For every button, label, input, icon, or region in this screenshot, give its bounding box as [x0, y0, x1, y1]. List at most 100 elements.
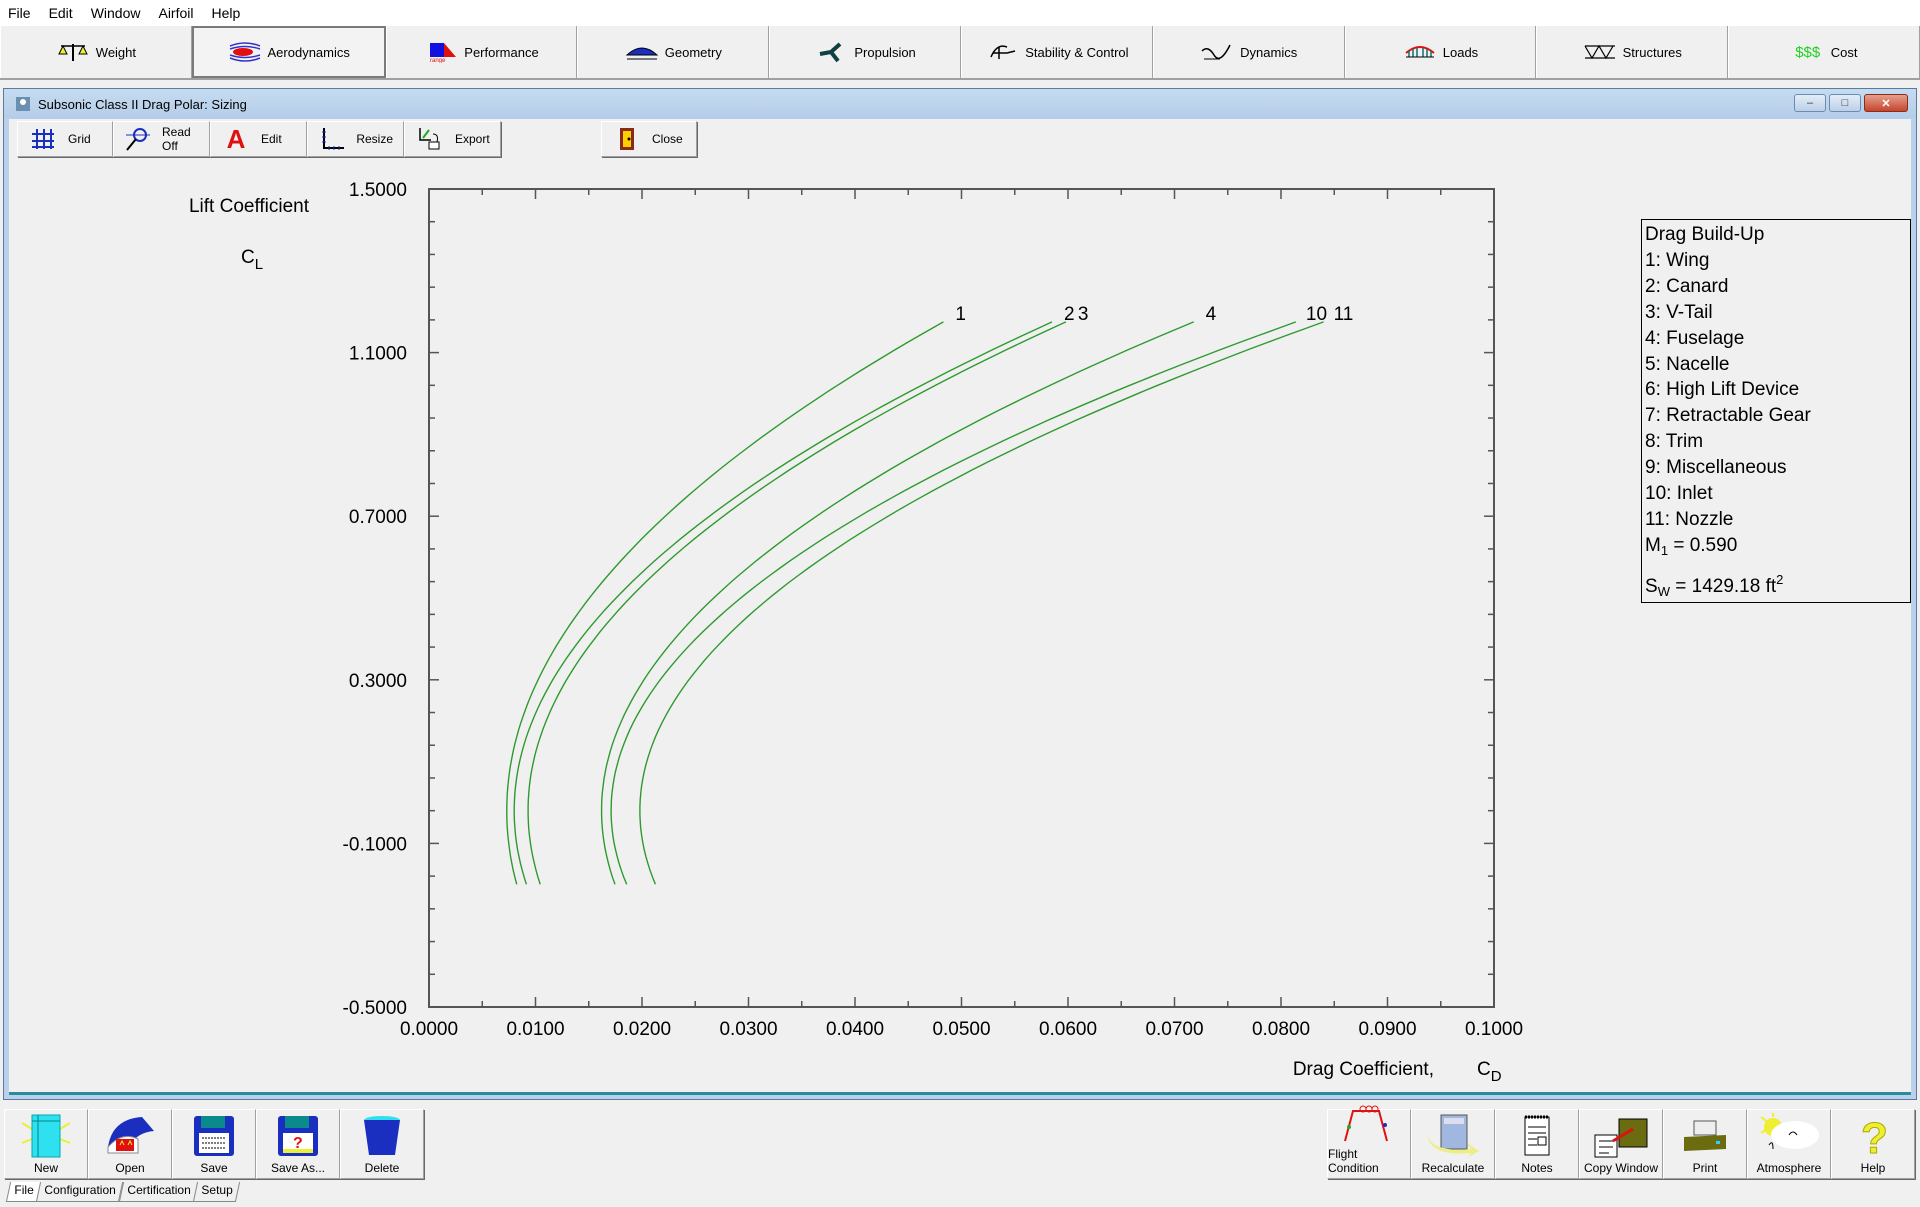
new-sheet-icon — [16, 1113, 76, 1159]
module-propulsion[interactable]: Propulsion — [769, 26, 961, 78]
module-structures[interactable]: Structures — [1536, 26, 1729, 78]
module-label: Dynamics — [1240, 44, 1298, 60]
series-label-11: 11 — [1334, 304, 1354, 325]
atmosphere-icon — [1759, 1113, 1819, 1159]
legend-mach: M1 = 0.590 — [1645, 534, 1738, 558]
button-label: Recalculate — [1421, 1161, 1485, 1175]
legend-item: 6: High Lift Device — [1645, 379, 1800, 401]
copy-window-button[interactable]: Copy Window — [1579, 1109, 1663, 1179]
module-dynamics[interactable]: Dynamics — [1152, 26, 1345, 78]
delete-button[interactable]: Delete — [340, 1109, 424, 1179]
application: File Edit Window Airfoil Help Weight Aer… — [0, 0, 1920, 1207]
module-weight[interactable]: Weight — [0, 26, 192, 78]
module-geometry[interactable]: Geometry — [577, 26, 770, 78]
floppy-save-icon — [184, 1113, 244, 1159]
button-label: Save As... — [270, 1161, 326, 1175]
bottom-tab-configuration[interactable]: Configuration — [36, 1182, 124, 1202]
maximize-button[interactable]: □ — [1829, 94, 1861, 112]
menu-edit[interactable]: Edit — [47, 3, 75, 23]
button-label: Save — [200, 1161, 228, 1175]
bottom-tab-certification[interactable]: Certification — [118, 1182, 199, 1202]
module-label: Propulsion — [854, 44, 916, 60]
x-tick-label: 0.0900 — [1358, 1019, 1416, 1040]
bottom-tabs: File Configuration Certification Setup — [5, 1182, 241, 1202]
x-tick-label: 0.0300 — [719, 1019, 777, 1040]
y-tick-label: 1.1000 — [349, 344, 407, 365]
module-label: Structures — [1622, 44, 1682, 60]
series-label-10: 10 — [1306, 304, 1327, 325]
legend-item: 7: Retractable Gear — [1645, 405, 1811, 427]
button-label: Help — [1860, 1161, 1886, 1175]
legend-item: 5: Nacelle — [1645, 353, 1730, 375]
minimize-button[interactable]: – — [1794, 94, 1826, 112]
stability-icon — [985, 41, 1019, 63]
legend-item: 2: Canard — [1645, 275, 1729, 297]
help-button[interactable]: ? Help — [1831, 1109, 1915, 1179]
drag-polar-window: Subsonic Class II Drag Polar: Sizing – □… — [3, 88, 1917, 1100]
close-window-button[interactable]: ✕ — [1864, 94, 1908, 112]
legend-item: 10: Inlet — [1645, 483, 1713, 505]
module-cost[interactable]: $$$ Cost — [1728, 26, 1920, 78]
window-titlebar[interactable]: Subsonic Class II Drag Polar: Sizing – □… — [4, 89, 1916, 119]
y-axis-title: Lift Coefficient — [189, 196, 310, 217]
x-tick-label: 0.0800 — [1252, 1019, 1310, 1040]
series-label-4: 4 — [1206, 304, 1217, 325]
print-button[interactable]: Print — [1663, 1109, 1747, 1179]
series-line-11 — [639, 321, 1324, 885]
module-performance[interactable]: range Performance — [385, 26, 578, 78]
new-button[interactable]: New — [4, 1109, 88, 1179]
menu-window[interactable]: Window — [89, 3, 143, 23]
menu-bar: File Edit Window Airfoil Help — [0, 0, 1920, 26]
printer-icon — [1675, 1113, 1735, 1159]
notes-button[interactable]: Notes — [1495, 1109, 1579, 1179]
button-label: Open — [115, 1161, 145, 1175]
y-tick-label: 0.3000 — [349, 671, 407, 692]
menu-file[interactable]: File — [6, 3, 33, 23]
legend-item: 9: Miscellaneous — [1645, 457, 1787, 479]
x-tick-label: 0.0100 — [506, 1019, 564, 1040]
x-tick-label: 0.0600 — [1039, 1019, 1097, 1040]
save-button[interactable]: Save — [172, 1109, 256, 1179]
wing-planform-icon — [625, 41, 659, 63]
y-axis-symbol: CL — [241, 247, 263, 273]
atmosphere-button[interactable]: Atmosphere — [1747, 1109, 1831, 1179]
button-label: Notes — [1521, 1161, 1553, 1175]
module-aerodynamics[interactable]: Aerodynamics — [191, 26, 386, 78]
scale-icon — [56, 41, 90, 63]
module-loads[interactable]: Loads — [1344, 26, 1537, 78]
menu-airfoil[interactable]: Airfoil — [156, 3, 195, 23]
y-tick-label: -0.1000 — [343, 834, 407, 855]
calculator-icon — [1423, 1113, 1483, 1159]
bottom-tab-setup[interactable]: Setup — [192, 1182, 241, 1202]
open-button[interactable]: Open — [88, 1109, 172, 1179]
range-icon: range — [424, 41, 458, 63]
flight-condition-button[interactable]: Flight Condition — [1327, 1105, 1411, 1179]
propeller-icon — [814, 41, 848, 63]
series-line-1 — [506, 321, 944, 885]
series-label-1: 1 — [955, 304, 966, 325]
recalculate-button[interactable]: Recalculate — [1411, 1109, 1495, 1179]
y-tick-label: 1.5000 — [349, 180, 407, 201]
legend-item: 11: Nozzle — [1645, 508, 1734, 530]
svg-text:?: ? — [1861, 1114, 1888, 1159]
legend-item: 4: Fuselage — [1645, 327, 1745, 349]
button-label: Delete — [364, 1161, 400, 1175]
module-stability-control[interactable]: Stability & Control — [960, 26, 1153, 78]
legend-item: 8: Trim — [1645, 431, 1704, 453]
dynamics-icon — [1200, 41, 1234, 63]
series-label-2: 2 — [1064, 304, 1075, 325]
chart-area: Grid Read Off A Edit Resize Export Close… — [9, 119, 1911, 1095]
truss-icon — [1583, 41, 1617, 63]
legend-wing-area: SW = 1429.18 ft2 — [1645, 571, 1784, 599]
x-tick-label: 0.0700 — [1145, 1019, 1203, 1040]
module-label: Geometry — [664, 44, 722, 60]
button-label: Atmosphere — [1756, 1161, 1822, 1175]
module-label: Stability & Control — [1025, 44, 1129, 60]
menu-help[interactable]: Help — [210, 3, 243, 23]
save-as-button[interactable]: ? Save As... — [256, 1109, 340, 1179]
y-tick-label: -0.5000 — [343, 998, 407, 1019]
module-toolbar: Weight Aerodynamics range Performance Ge… — [0, 26, 1920, 80]
x-tick-label: 0.0400 — [826, 1019, 884, 1040]
trash-bin-icon — [352, 1113, 412, 1159]
bottom-toolbar: New Open Save? Save As... Delete Flight Condi… — [0, 1105, 1920, 1180]
